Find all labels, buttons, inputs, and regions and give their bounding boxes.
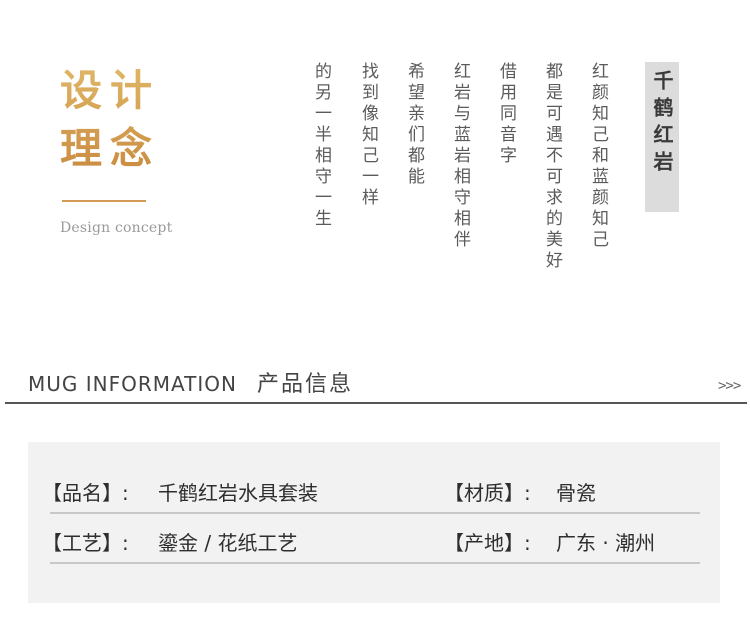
section-divider: [5, 402, 747, 404]
info-row: 【品名】: 千鹤红岩水具套装 【材质】: 骨瓷: [42, 464, 700, 514]
concept-title-line1: 设计: [60, 66, 161, 115]
info-value-name: 千鹤红岩水具套装: [158, 481, 318, 505]
poem-column-6: 找到像知己一样: [358, 62, 378, 209]
poem-column-4: 红岩与蓝岩相守相伴: [450, 62, 470, 251]
product-info-panel: 【品名】: 千鹤红岩水具套装 【材质】: 骨瓷 【工艺】: 鎏金 / 花纸工艺 …: [28, 442, 720, 603]
poem-column-2: 都是可遇不可求的美好: [542, 62, 562, 272]
section-title-cn: 产品信息: [257, 372, 354, 397]
info-label-name: 【品名】:: [42, 481, 129, 505]
poem-column-5: 希望亲们都能: [404, 62, 424, 188]
concept-divider: [62, 200, 146, 202]
info-value-material: 骨瓷: [556, 481, 596, 505]
concept-subtitle: Design concept: [60, 220, 173, 236]
poem-title-box: 千鹤红岩: [645, 62, 679, 212]
info-value-craft: 鎏金 / 花纸工艺: [158, 531, 298, 555]
concept-title: 设计 理念: [60, 62, 180, 178]
concept-title-line2: 理念: [60, 124, 161, 173]
info-label-material: 【材质】:: [444, 481, 531, 505]
section-title-en: MUG INFORMATION: [28, 372, 237, 396]
poem-column-1: 红颜知己和蓝颜知己: [588, 62, 608, 251]
poem-column-7: 的另一半相守一生: [311, 62, 331, 230]
info-label-origin: 【产地】:: [444, 531, 531, 555]
info-label-craft: 【工艺】:: [42, 531, 129, 555]
row-divider: [50, 562, 700, 564]
poem: 的另一半相守一生 找到像知己一样 希望亲们都能 红岩与蓝岩相守相伴 借用同音字 …: [310, 62, 630, 302]
info-value-origin: 广东 · 潮州: [556, 531, 656, 555]
more-arrows-icon: >>>: [718, 378, 741, 394]
poem-column-3: 借用同音字: [496, 62, 516, 167]
info-row: 【工艺】: 鎏金 / 花纸工艺 【产地】: 广东 · 潮州: [42, 514, 700, 564]
poem-title: 千鹤红岩: [650, 70, 674, 178]
